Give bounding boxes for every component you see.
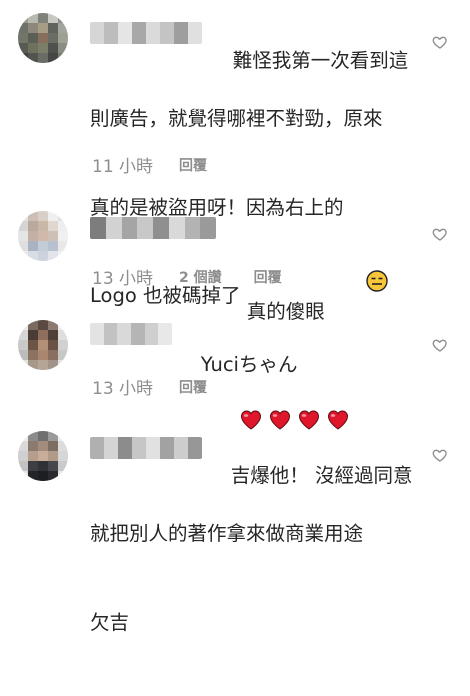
username-blurred[interactable] xyxy=(90,22,202,44)
like-heart-icon[interactable] xyxy=(432,337,448,353)
username-blurred[interactable] xyxy=(90,217,216,239)
reply-button[interactable]: 回覆 xyxy=(254,267,282,287)
timestamp: 13 小時 xyxy=(92,269,154,289)
comment-text-line: 欠吉 xyxy=(90,610,130,634)
comment-text-line: 則廣告，就覺得哪裡不對勁，原來 xyxy=(90,107,383,130)
like-heart-icon[interactable] xyxy=(432,447,448,463)
comment-text-line: Yuciちゃん xyxy=(200,352,298,376)
like-heart-icon[interactable] xyxy=(432,226,448,242)
reply-button[interactable]: 回覆 xyxy=(179,377,207,397)
like-heart-icon[interactable] xyxy=(432,34,448,50)
timestamp: 13 小時 xyxy=(92,379,154,399)
username-blurred[interactable] xyxy=(90,437,202,459)
timestamp: 11 小時 xyxy=(92,157,154,177)
comment-text-line: 就把別人的著作拿來做商業用途 xyxy=(90,522,364,545)
avatar[interactable] xyxy=(18,13,68,63)
avatar[interactable] xyxy=(18,211,68,261)
avatar[interactable] xyxy=(18,320,68,370)
username-blurred[interactable] xyxy=(90,323,172,345)
expressionless-face-emoji xyxy=(329,241,388,331)
likes-count-button[interactable]: 2 個讚 xyxy=(179,267,222,287)
comment-text-cont: 就把別人的著作拿來做商業用途 欠吉 xyxy=(90,460,363,696)
reply-button[interactable]: 回覆 xyxy=(179,155,207,175)
comment-meta: 13 小時 回覆 xyxy=(92,374,239,399)
avatar[interactable] xyxy=(18,431,68,481)
comment-meta: 11 小時 回覆 xyxy=(92,152,239,177)
comment-meta: 13 小時 2 個讚 回覆 xyxy=(92,264,314,289)
